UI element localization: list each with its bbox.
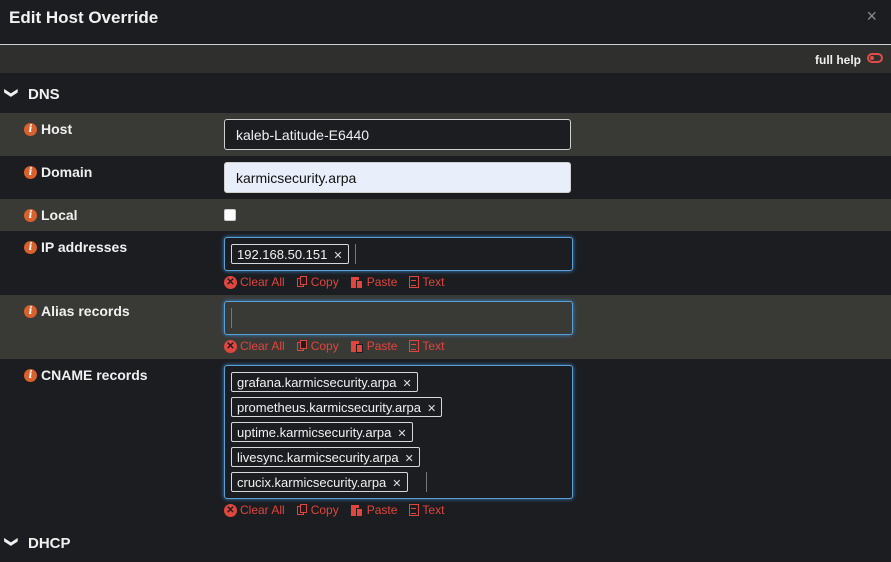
cname-tag-input[interactable]: grafana.karmicsecurity.arpa ✕ prometheus.… xyxy=(224,365,573,499)
text-caret xyxy=(355,244,356,264)
info-icon[interactable]: i xyxy=(24,165,37,179)
info-icon[interactable]: i xyxy=(24,368,37,382)
clear-all-button[interactable]: ✕ Clear All xyxy=(224,338,285,354)
help-bar: full help xyxy=(0,45,891,73)
alias-tag-input[interactable] xyxy=(224,301,573,335)
dialog-title: Edit Host Override xyxy=(9,8,159,27)
cname-label-text: CNAME records xyxy=(41,367,148,383)
row-ip-addresses: i IP addresses 192.168.50.151 ✕ ✕ Clear Al… xyxy=(0,231,891,295)
text-caret xyxy=(231,308,232,328)
full-help-label: full help xyxy=(815,53,861,67)
paste-icon xyxy=(350,276,364,289)
local-checkbox[interactable] xyxy=(224,209,236,221)
text-button[interactable]: Text xyxy=(409,502,444,518)
paste-button[interactable]: Paste xyxy=(350,338,397,354)
ip-tag-input[interactable]: 192.168.50.151 ✕ xyxy=(224,237,573,271)
domain-label: i Domain xyxy=(24,164,92,180)
dialog-header: Edit Host Override × xyxy=(0,0,891,45)
host-label: i Host xyxy=(24,121,72,137)
paste-button[interactable]: Paste xyxy=(350,502,397,518)
local-label: i Local xyxy=(24,207,78,223)
text-caret xyxy=(426,472,427,492)
domain-input[interactable]: karmicsecurity.arpa xyxy=(224,162,571,193)
text-icon xyxy=(409,504,420,516)
alias-label: i Alias records xyxy=(24,303,130,319)
toggle-off-icon[interactable] xyxy=(867,53,883,63)
local-label-text: Local xyxy=(41,207,78,223)
remove-tag-icon[interactable]: ✕ xyxy=(405,453,414,465)
row-domain: i Domain karmicsecurity.arpa xyxy=(0,156,891,199)
text-icon xyxy=(409,340,420,352)
paste-icon xyxy=(350,504,364,517)
row-cname-records: i CNAME records grafana.karmicsecurity.a… xyxy=(0,359,891,524)
copy-button[interactable]: Copy xyxy=(296,274,339,290)
copy-icon xyxy=(296,504,308,516)
ip-label: i IP addresses xyxy=(24,239,127,255)
remove-tag-icon[interactable]: ✕ xyxy=(333,250,342,262)
clear-all-button[interactable]: ✕ Clear All xyxy=(224,274,285,290)
copy-icon xyxy=(296,340,308,352)
cname-actions: ✕ Clear All Copy Paste Text xyxy=(224,502,444,518)
alias-label-text: Alias records xyxy=(41,303,130,319)
cname-tag: grafana.karmicsecurity.arpa ✕ xyxy=(231,372,418,392)
remove-tag-icon[interactable]: ✕ xyxy=(392,478,401,490)
remove-tag-icon[interactable]: ✕ xyxy=(427,403,436,415)
paste-icon xyxy=(350,340,364,353)
clear-all-button[interactable]: ✕ Clear All xyxy=(224,502,285,518)
host-label-text: Host xyxy=(41,121,73,137)
clear-icon: ✕ xyxy=(224,275,237,289)
text-icon xyxy=(409,276,420,288)
cname-label: i CNAME records xyxy=(24,367,148,383)
info-icon[interactable]: i xyxy=(24,208,37,222)
copy-icon xyxy=(296,276,308,288)
alias-actions: ✕ Clear All Copy Paste Text xyxy=(224,338,444,354)
ip-actions: ✕ Clear All Copy Paste Text xyxy=(224,274,444,290)
section-title-dhcp: DHCP xyxy=(28,535,71,552)
host-input[interactable]: kaleb-Latitude-E6440 xyxy=(224,119,571,150)
ip-label-text: IP addresses xyxy=(41,239,128,255)
paste-button[interactable]: Paste xyxy=(350,274,397,290)
cname-tag: prometheus.karmicsecurity.arpa ✕ xyxy=(231,397,443,417)
clear-icon: ✕ xyxy=(224,503,237,517)
info-icon[interactable]: i xyxy=(24,304,37,318)
domain-label-text: Domain xyxy=(41,164,93,180)
text-button[interactable]: Text xyxy=(409,274,444,290)
section-title-dns: DNS xyxy=(28,86,60,103)
row-host: i Host kaleb-Latitude-E6440 xyxy=(0,113,891,156)
cname-tag: livesync.karmicsecurity.arpa ✕ xyxy=(231,447,420,467)
copy-button[interactable]: Copy xyxy=(296,338,339,354)
row-local: i Local xyxy=(0,199,891,231)
chevron-down-icon: ❯ xyxy=(4,536,20,548)
clear-icon: ✕ xyxy=(224,339,237,353)
chevron-down-icon: ❯ xyxy=(4,87,20,99)
section-dhcp[interactable]: ❯ DHCP xyxy=(0,524,891,562)
remove-tag-icon[interactable]: ✕ xyxy=(402,378,411,390)
remove-tag-icon[interactable]: ✕ xyxy=(397,428,406,440)
info-icon[interactable]: i xyxy=(24,240,37,254)
ip-tag: 192.168.50.151 ✕ xyxy=(231,244,349,264)
row-alias-records: i Alias records ✕ Clear All Copy Paste Te… xyxy=(0,295,891,359)
cname-tag: uptime.karmicsecurity.arpa ✕ xyxy=(231,422,413,442)
section-dns[interactable]: ❯ DNS xyxy=(0,75,891,113)
info-icon[interactable]: i xyxy=(24,122,37,136)
close-icon[interactable]: × xyxy=(866,6,877,27)
cname-tag: crucix.karmicsecurity.arpa ✕ xyxy=(231,472,408,492)
copy-button[interactable]: Copy xyxy=(296,502,339,518)
text-button[interactable]: Text xyxy=(409,338,444,354)
